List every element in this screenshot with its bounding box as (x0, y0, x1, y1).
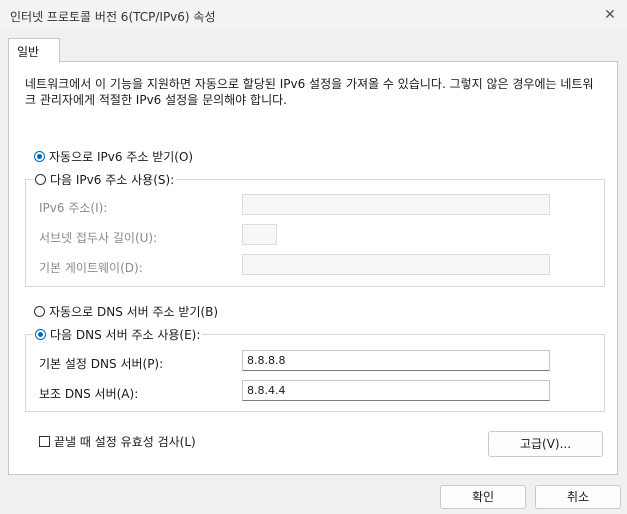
auto-ipv6-label: 자동으로 IPv6 주소 받기(O) (49, 150, 194, 164)
validate-on-exit-label: 끝낼 때 설정 유효성 검사(L) (54, 435, 196, 449)
tab-general-label: 일반 (17, 45, 40, 59)
validate-on-exit-checkbox[interactable]: 끝낼 때 설정 유효성 검사(L) (39, 433, 196, 450)
checkbox-unchecked-icon (39, 436, 50, 447)
manual-dns-label: 다음 DNS 서버 주소 사용(E): (50, 328, 201, 342)
alternate-dns-label: 보조 DNS 서버(A): (39, 387, 139, 401)
auto-dns-radio[interactable]: 자동으로 DNS 서버 주소 받기(B) (34, 303, 218, 320)
radio-selected-icon (35, 329, 46, 340)
manual-dns-radio[interactable]: 다음 DNS 서버 주소 사용(E): (33, 326, 203, 343)
radio-selected-icon (34, 151, 45, 162)
ipv6-address-field[interactable] (242, 194, 550, 215)
window-title: 인터넷 프로토콜 버전 6(TCP/IPv6) 속성 (10, 10, 216, 24)
description-text: 네트워크에서 이 기능을 지원하면 자동으로 할당된 IPv6 설정을 가져올 … (25, 77, 594, 107)
subnet-prefix-field[interactable] (242, 224, 277, 245)
alternate-dns-field[interactable]: 8.8.4.4 (242, 380, 550, 401)
manual-ipv6-label: 다음 IPv6 주소 사용(S): (50, 173, 175, 187)
preferred-dns-field[interactable]: 8.8.8.8 (242, 350, 550, 371)
manual-ipv6-radio[interactable]: 다음 IPv6 주소 사용(S): (33, 171, 177, 188)
general-panel: 네트워크에서 이 기능을 지원하면 자동으로 할당된 IPv6 설정을 가져올 … (8, 61, 618, 475)
ipv6-address-label: IPv6 주소(I): (39, 201, 108, 215)
default-gateway-field[interactable] (242, 254, 550, 275)
auto-dns-label: 자동으로 DNS 서버 주소 받기(B) (49, 305, 219, 319)
tab-general[interactable]: 일반 (8, 38, 60, 63)
default-gateway-label: 기본 게이트웨이(D): (39, 261, 143, 275)
subnet-prefix-label: 서브넷 접두사 길이(U): (39, 231, 158, 245)
radio-unselected-icon (35, 174, 46, 185)
ok-button[interactable]: 확인 (440, 485, 526, 509)
auto-ipv6-radio[interactable]: 자동으로 IPv6 주소 받기(O) (34, 148, 193, 165)
radio-unselected-icon (34, 306, 45, 317)
advanced-button[interactable]: 고급(V)... (488, 431, 603, 457)
title-bar: 인터넷 프로토콜 버전 6(TCP/IPv6) 속성 ✕ (0, 0, 627, 30)
close-icon[interactable]: ✕ (599, 4, 621, 26)
preferred-dns-label: 기본 설정 DNS 서버(P): (39, 357, 164, 371)
cancel-button[interactable]: 취소 (535, 485, 621, 509)
